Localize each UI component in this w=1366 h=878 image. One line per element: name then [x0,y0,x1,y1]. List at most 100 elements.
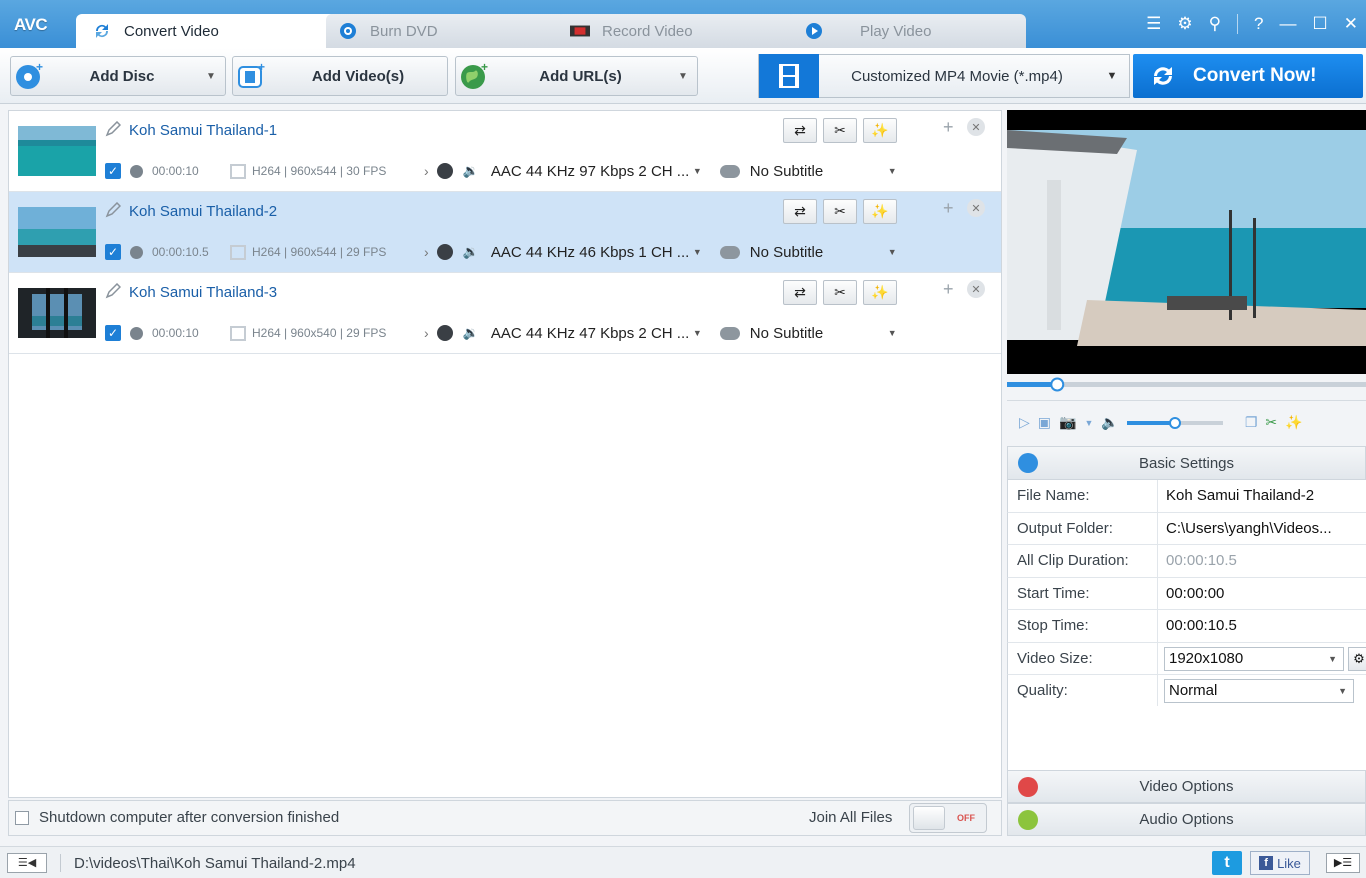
audio-info[interactable]: AAC 44 KHz 47 Kbps 2 CH ... [491,325,703,342]
plus-icon[interactable]: + [943,117,954,138]
magic-wand-icon[interactable]: ✨ [863,199,897,224]
volume-slider[interactable] [1126,416,1223,430]
file-title[interactable]: Koh Samui Thailand-3 [129,284,277,301]
shutdown-label[interactable]: Shutdown computer after conversion finis… [39,809,339,826]
output-profile-select[interactable]: Customized MP4 Movie (*.mp4) ▼ [758,54,1130,98]
video-options-header[interactable]: Video Options [1007,770,1366,803]
convert-arrows-icon[interactable]: ⇄ [783,280,817,305]
tab-convert-video[interactable]: Convert Video [76,14,336,48]
convert-arrows-icon[interactable]: ⇄ [783,118,817,143]
toggle-panel-icon[interactable]: ▶☰ [1326,853,1360,873]
edit-pencil-icon[interactable] [105,282,123,301]
clock-icon [130,164,143,178]
play-icon[interactable]: ▷ [1019,414,1030,431]
checkbox-checked[interactable]: ✓ [105,325,121,341]
file-title[interactable]: Koh Samui Thailand-2 [129,203,277,220]
chevron-down-icon[interactable]: ▼ [1084,418,1093,428]
video-info: H264 | 960x540 | 29 FPS [252,326,387,340]
close-icon[interactable]: ✕ [967,118,985,136]
scissors-icon[interactable]: ✂ [1265,414,1277,431]
gear-icon[interactable]: ⚙ [1177,14,1192,34]
film-strip-icon [759,54,819,98]
quality-select[interactable]: Normal ▼ [1164,679,1354,703]
add-urls-button[interactable]: + Add URL(s) ▼ [455,56,698,96]
subtitle-select[interactable]: No Subtitle [750,325,888,342]
toggle-list-icon[interactable]: ☰◀ [7,853,47,873]
scissors-icon[interactable]: ✂ [823,199,857,224]
camera-icon[interactable]: 📷 [1059,414,1076,431]
menu-icon[interactable]: ☰ [1146,14,1161,34]
copy-icon[interactable]: ❐ [1245,414,1258,431]
seek-bar[interactable] [1007,376,1366,396]
chevron-right-icon[interactable]: › [424,325,429,341]
tab-burn-dvd[interactable]: Burn DVD [326,14,566,48]
close-icon[interactable]: ✕ [1344,14,1358,34]
chevron-down-icon[interactable]: ▼ [888,166,897,176]
help-icon[interactable]: ? [1254,14,1263,34]
close-icon[interactable]: ✕ [967,199,985,217]
clock-icon [130,245,143,259]
output-folder-field[interactable]: C:\Users\yangh\Videos... [1158,513,1366,545]
chevron-right-icon[interactable]: › [424,163,429,179]
tab-record-video[interactable]: Record Video [556,14,796,48]
file-title[interactable]: Koh Samui Thailand-1 [129,122,277,139]
chevron-down-icon[interactable]: ▼ [693,166,702,176]
magic-wand-icon[interactable]: ✨ [1285,414,1302,431]
chevron-down-icon[interactable]: ▼ [197,71,225,82]
subtitle-select[interactable]: No Subtitle [750,244,888,261]
seek-handle[interactable] [1050,377,1065,392]
add-videos-button[interactable]: + Add Video(s) [232,56,448,96]
edit-pencil-icon[interactable] [105,120,123,139]
row-actions: ⇄ ✂ ✨ [783,280,897,305]
plus-icon[interactable]: + [943,198,954,219]
file-name-field[interactable]: Koh Samui Thailand-2 [1158,480,1366,512]
convert-arrows-icon[interactable]: ⇄ [783,199,817,224]
scissors-icon[interactable]: ✂ [823,118,857,143]
scissors-icon[interactable]: ✂ [823,280,857,305]
file-meta: ✓ 00:00:10.5 H264 | 960x544 | 29 FPS › 🔉… [105,242,897,262]
chevron-down-icon[interactable]: ▼ [888,328,897,338]
magic-wand-icon[interactable]: ✨ [863,280,897,305]
chevron-down-icon[interactable]: ▼ [888,247,897,257]
audio-info[interactable]: AAC 44 KHz 97 Kbps 2 CH ... [491,163,703,180]
maximize-icon[interactable]: ☐ [1313,14,1328,34]
close-icon[interactable]: ✕ [967,280,985,298]
start-time-field[interactable]: 00:00:00 [1158,578,1366,610]
audio-info[interactable]: AAC 44 KHz 46 Kbps 1 CH ... [491,244,703,261]
file-row[interactable]: Koh Samui Thailand-3 ⇄ ✂ ✨ + ✕ ✓ 00:00:1… [9,273,1001,354]
file-row[interactable]: Koh Samui Thailand-2 ⇄ ✂ ✨ + ✕ ✓ 00:00:1… [9,192,1001,273]
magic-wand-icon[interactable]: ✨ [863,118,897,143]
video-thumbnail [18,126,96,176]
tab-play-video[interactable]: Play Video [786,14,1026,48]
chevron-down-icon[interactable]: ▼ [693,247,702,257]
plus-icon[interactable]: + [943,279,954,300]
audio-options-header[interactable]: Audio Options [1007,803,1366,836]
facebook-like-button[interactable]: f Like [1250,851,1310,875]
checkbox-checked[interactable]: ✓ [105,163,121,179]
audio-options-title: Audio Options [1139,811,1234,828]
twitter-icon[interactable]: t [1212,851,1242,875]
gear-icon[interactable]: ⚙ [1348,646,1366,671]
join-all-files-toggle[interactable]: OFF [909,803,987,833]
convert-now-button[interactable]: Convert Now! [1133,54,1363,98]
speaker-icon: 🔉 [462,325,479,340]
setting-key: Video Size: [1008,642,1158,674]
chevron-down-icon[interactable]: ▼ [1095,70,1129,82]
chevron-right-icon[interactable]: › [424,244,429,260]
volume-icon[interactable]: 🔈 [1101,414,1118,431]
subtitle-select[interactable]: No Subtitle [750,163,888,180]
search-icon[interactable]: ⚲ [1209,14,1221,34]
checkbox-checked[interactable]: ✓ [105,244,121,260]
add-disc-button[interactable]: + Add Disc ▼ [10,56,226,96]
chevron-down-icon[interactable]: ▼ [669,71,697,82]
basic-settings-header[interactable]: Basic Settings [1007,446,1366,480]
stop-icon[interactable]: ▣ [1038,414,1051,431]
file-meta: ✓ 00:00:10 H264 | 960x544 | 30 FPS › 🔉 A… [105,161,897,181]
stop-time-field[interactable]: 00:00:10.5 [1158,610,1366,642]
minimize-icon[interactable]: — [1280,14,1297,34]
chevron-down-icon[interactable]: ▼ [693,328,702,338]
file-row[interactable]: Koh Samui Thailand-1 ⇄ ✂ ✨ + ✕ ✓ 00:00:1… [9,111,1001,192]
edit-pencil-icon[interactable] [105,201,123,220]
shutdown-checkbox[interactable] [15,811,29,825]
video-size-select[interactable]: 1920x1080 ▼ [1164,646,1344,671]
